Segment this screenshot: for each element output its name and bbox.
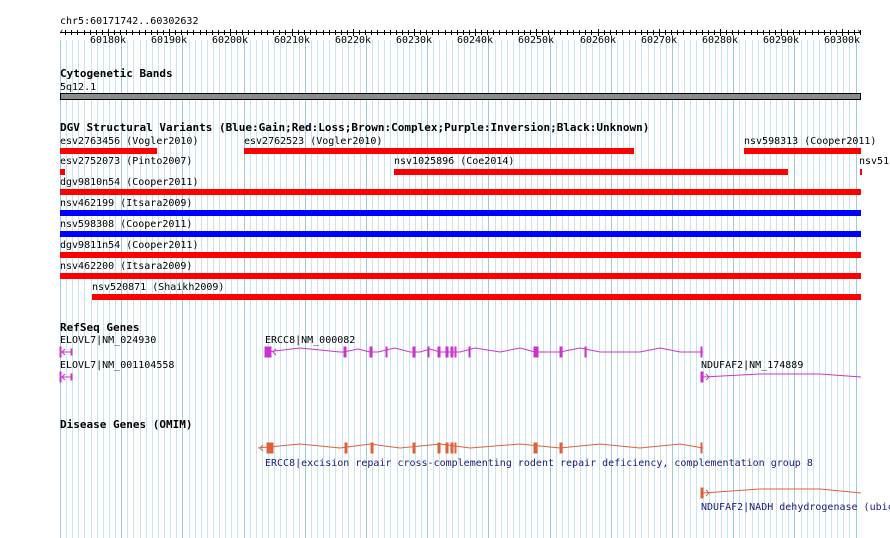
omim-gene-label[interactable]: NDUFAF2|NADH dehydrogenase (ubic (701, 502, 890, 513)
omim-model-ercc8[interactable] (257, 442, 704, 454)
omim-gene-label[interactable]: ERCC8|excision repair cross-complementin… (265, 458, 813, 469)
omim-model-ndufaf2[interactable] (700, 487, 862, 499)
